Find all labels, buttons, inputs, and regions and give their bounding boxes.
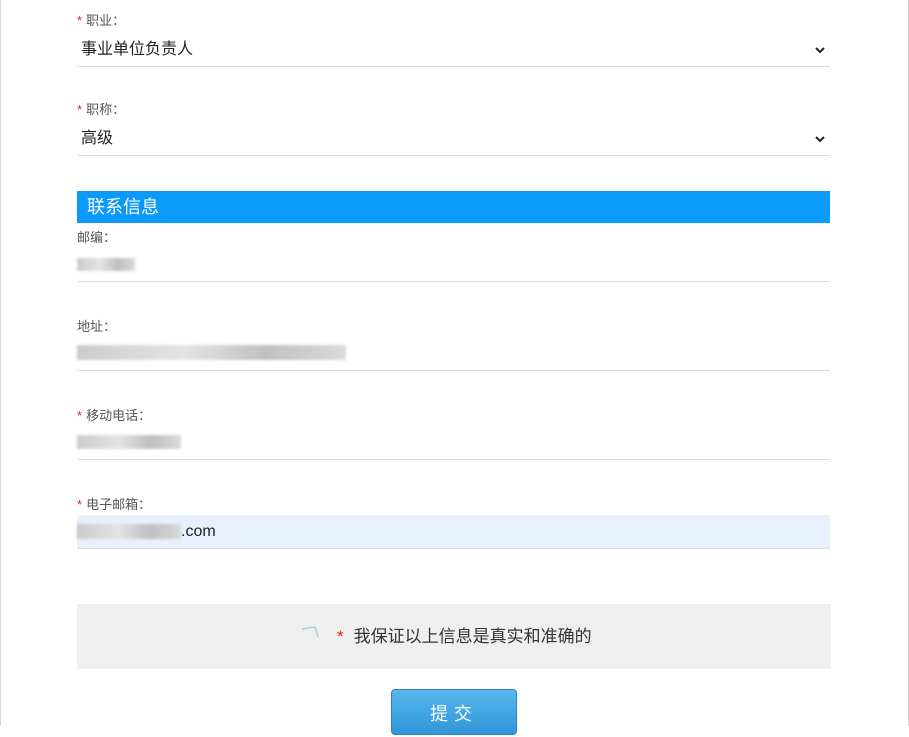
occupation-value: 事业单位负责人 <box>81 41 194 58</box>
agreement-text: 我保证以上信息是真实和准确的 <box>353 627 592 646</box>
redacted-value <box>77 345 346 360</box>
occupation-label-text: 职业： <box>86 13 126 28</box>
postcode-label: 邮编： <box>77 230 117 245</box>
chevron-down-icon <box>815 136 825 143</box>
postcode-input[interactable] <box>77 248 830 282</box>
mobile-field: * 移动电话： <box>77 407 830 461</box>
agreement-label[interactable]: * 我保证以上信息是真实和准确的 <box>337 604 592 669</box>
title-label: * 职称： <box>77 101 125 119</box>
redacted-value <box>77 435 181 449</box>
agreement-box: * 我保证以上信息是真实和准确的 <box>77 604 831 669</box>
redacted-value <box>77 524 181 539</box>
email-label-text: 电子邮箱： <box>86 497 152 512</box>
required-mark: * <box>337 627 344 646</box>
email-input[interactable]: .com <box>77 515 830 549</box>
address-field: 地址： <box>77 318 830 372</box>
required-mark: * <box>77 408 83 423</box>
chevron-down-icon <box>815 47 825 54</box>
postcode-field: 邮编： <box>77 229 830 283</box>
page-frame: * 职业： 事业单位负责人 * 职称： 高级 联系信息 邮编： 地址： * 移动… <box>0 0 909 735</box>
mobile-input[interactable] <box>77 426 830 460</box>
required-mark: * <box>77 13 83 28</box>
submit-button[interactable]: 提交 <box>391 689 517 735</box>
email-field: * 电子邮箱： .com <box>77 496 830 550</box>
redacted-value <box>77 258 135 271</box>
address-label: 地址： <box>77 319 117 334</box>
title-label-text: 职称： <box>86 102 126 117</box>
required-mark: * <box>77 102 83 117</box>
occupation-label: * 职业： <box>77 12 125 30</box>
mobile-label-text: 移动电话： <box>86 408 152 423</box>
contact-section-header: 联系信息 <box>77 191 830 223</box>
required-mark: * <box>77 497 83 512</box>
address-input[interactable] <box>77 337 830 371</box>
mobile-label: * 移动电话： <box>77 407 151 425</box>
title-value: 高级 <box>81 130 114 147</box>
email-label: * 电子邮箱： <box>77 496 151 514</box>
email-value-suffix: .com <box>181 523 216 540</box>
checkbox-icon[interactable] <box>301 626 321 640</box>
occupation-field: * 职业： 事业单位负责人 <box>77 12 830 68</box>
occupation-select[interactable]: 事业单位负责人 <box>77 33 830 67</box>
title-field: * 职称： 高级 <box>77 101 830 157</box>
title-select[interactable]: 高级 <box>77 122 830 156</box>
